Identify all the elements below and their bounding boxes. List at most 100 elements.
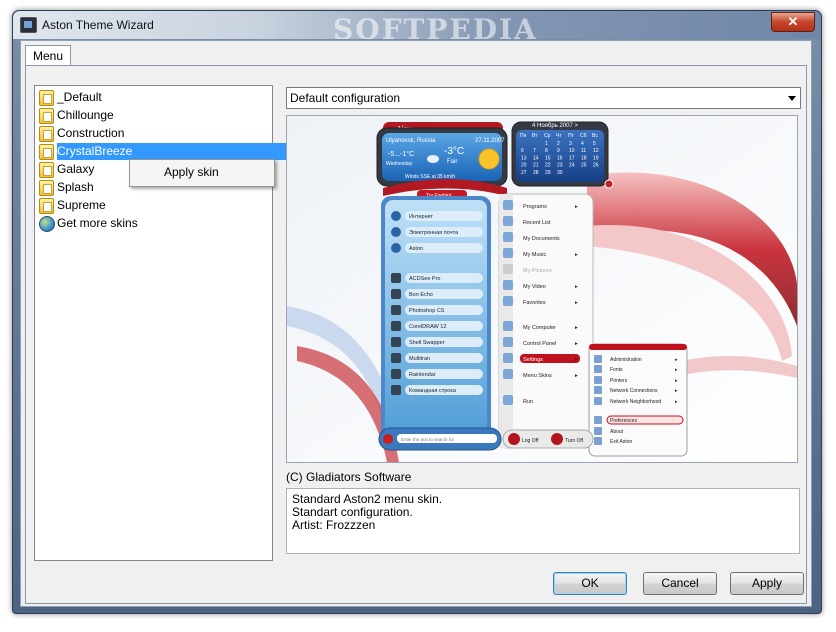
submenu-item: Administration xyxy=(610,357,642,363)
menu-item: Settings xyxy=(523,357,543,363)
calendar-day: 2 xyxy=(557,141,560,147)
chevron-right-icon: ▸ xyxy=(575,204,578,210)
app-icon xyxy=(391,321,401,331)
skin-file-icon xyxy=(39,108,54,124)
app-icon xyxy=(391,211,401,221)
calendar-weekday: Пт xyxy=(568,133,575,139)
app-icon xyxy=(391,289,401,299)
calendar-day: 23 xyxy=(557,163,563,169)
globe-icon xyxy=(39,216,55,232)
submenu-icon xyxy=(594,427,602,435)
calendar-header: 4 Ноябрь 2007 > xyxy=(532,123,579,129)
calendar-day: 5 xyxy=(593,141,596,147)
menu-icon xyxy=(503,248,513,258)
author-label: (C) Gladiators Software xyxy=(286,470,412,484)
skin-preview: Alex Ulyanovsk, Russia 27.11.2007 -5...-… xyxy=(286,115,798,463)
chevron-right-icon: ▸ xyxy=(575,300,578,306)
apply-button[interactable]: Apply xyxy=(730,572,804,595)
calendar-day: 29 xyxy=(545,170,551,176)
list-item[interactable]: _Default xyxy=(37,89,269,106)
sun-icon xyxy=(478,148,500,170)
menu-item: Programs xyxy=(523,204,547,210)
calendar-day: 9 xyxy=(557,148,560,154)
menu-icon xyxy=(503,369,513,379)
calendar-day: 21 xyxy=(533,163,539,169)
close-button[interactable]: ✕ xyxy=(771,12,815,32)
submenu-top xyxy=(589,344,687,350)
calendar-close-icon xyxy=(604,179,614,189)
calendar-day: 26 xyxy=(593,163,599,169)
chevron-down-icon[interactable] xyxy=(788,96,796,101)
weather-date: 27.11.2007 xyxy=(475,138,505,144)
recent-item: Rainlendar xyxy=(409,372,436,378)
ok-button[interactable]: OK xyxy=(553,572,627,595)
menu-item: My Computer xyxy=(523,325,556,331)
menu-item: Control Panel xyxy=(523,341,556,347)
calendar-day: 14 xyxy=(533,155,539,161)
pinned-item: Aston xyxy=(409,246,423,252)
recent-item: ACDSee Pro xyxy=(409,276,441,282)
tab-menu[interactable]: Menu xyxy=(25,45,71,66)
menu-item: My Documents xyxy=(523,236,560,242)
submenu-icon xyxy=(594,376,602,384)
calendar-day: 18 xyxy=(581,155,587,161)
chevron-right-icon: ▸ xyxy=(575,325,578,331)
skins-list[interactable]: _Default Chillounge Construction Crystal… xyxy=(34,85,293,561)
skin-file-icon xyxy=(39,90,54,106)
list-item[interactable]: Construction xyxy=(37,125,269,142)
recent-item: Bon Echo xyxy=(409,292,433,298)
menu-icon xyxy=(503,232,513,242)
menu-icon xyxy=(503,280,513,290)
description-line: Standard Aston2 menu skin. xyxy=(292,492,443,506)
calendar-weekday: Вс xyxy=(592,133,598,139)
menu-icon xyxy=(503,296,513,306)
calendar-day: 15 xyxy=(545,155,551,161)
list-item[interactable]: Chillounge xyxy=(37,107,269,124)
client-area: Menu _Default Chillounge Construction Cr… xyxy=(20,40,812,607)
recent-item: Командная строка xyxy=(409,388,457,394)
submenu-item: Preferences xyxy=(610,418,637,424)
menu-item: Run xyxy=(523,399,533,405)
skin-file-icon xyxy=(39,180,54,196)
calendar-day: 22 xyxy=(545,163,551,169)
pinned-item: Электронная почта xyxy=(409,230,459,236)
cancel-button[interactable]: Cancel xyxy=(643,572,717,595)
app-icon xyxy=(391,353,401,363)
recent-item: Photoshop CS xyxy=(409,308,445,314)
description-line: Artist: Frozzzen xyxy=(292,518,376,532)
main-window: Aston Theme Wizard SOFTPEDIA ✕ Menu _Def… xyxy=(12,10,822,614)
right-panel xyxy=(498,193,594,449)
submenu-icon xyxy=(594,416,602,424)
calendar-day: 4 xyxy=(581,141,584,147)
app-icon xyxy=(391,243,401,253)
context-menu-apply-skin[interactable]: Apply skin xyxy=(164,165,219,179)
calendar-day: 8 xyxy=(545,148,548,154)
submenu-item: Printers xyxy=(610,378,628,384)
submenu-icon xyxy=(594,397,602,405)
submenu-icon xyxy=(594,355,602,363)
submenu-item: Network Neighborhood xyxy=(610,399,661,405)
chevron-right-icon: ▸ xyxy=(575,341,578,347)
menu-icon xyxy=(503,200,513,210)
recent-item: CorelDRAW 12 xyxy=(409,324,446,330)
calendar-day: 7 xyxy=(533,148,536,154)
menu-item: My Pictures xyxy=(523,268,552,274)
configuration-select[interactable]: Default configuration xyxy=(286,87,801,109)
submenu-icon xyxy=(594,365,602,373)
calendar-weekday: Чт xyxy=(556,133,562,139)
submenu-icon xyxy=(594,437,602,445)
app-icon xyxy=(391,337,401,347)
menu-item: Favorites xyxy=(523,300,546,306)
calendar-day: 24 xyxy=(569,163,575,169)
log-off-icon xyxy=(508,433,520,445)
list-item-selected[interactable]: CrystalBreeze xyxy=(37,143,293,160)
get-more-skins-link[interactable]: Get more skins xyxy=(37,215,269,232)
calendar-day: 28 xyxy=(533,170,539,176)
log-off-label: Log Off xyxy=(522,438,539,444)
menu-item: Menu Skins xyxy=(523,373,552,379)
cloud-icon xyxy=(427,155,439,163)
menu-icon xyxy=(503,337,513,347)
list-item[interactable]: Supreme xyxy=(37,197,269,214)
calendar-day: 17 xyxy=(569,155,575,161)
weather-condition: Fair xyxy=(447,159,457,165)
